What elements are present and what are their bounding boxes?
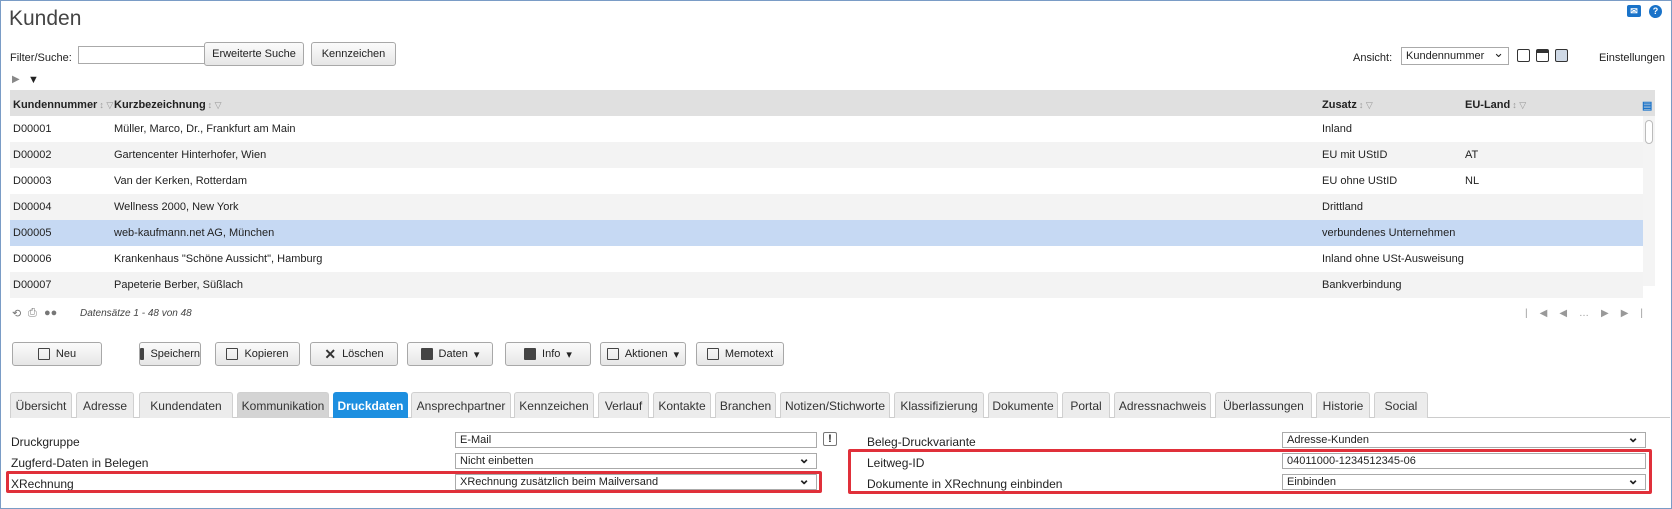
tab-notizen[interactable]: Notizen/Stichworte: [780, 392, 890, 418]
chevron-down-icon: ▾: [473, 348, 480, 361]
clipboard-icon: [706, 348, 719, 360]
action-toolbar: Neu Speichern Kopieren ✕ Löschen Daten ▾ I…: [10, 342, 1660, 368]
filter-row: Filter/Suche: Erweiterte Suche Kennzeich…: [10, 42, 1665, 68]
print-variant-select[interactable]: Adresse-Kunden: [1282, 429, 1646, 448]
sort-filter-icon: ↕ ▽: [99, 100, 114, 110]
view-select[interactable]: Kundennummer: [1401, 45, 1509, 65]
record-count: Datensätze 1 - 48 von 48: [80, 308, 192, 319]
tab-kennzeichen[interactable]: Kennzeichen: [514, 392, 594, 418]
page-title: Kunden: [9, 7, 82, 30]
save-button[interactable]: Speichern: [139, 342, 201, 366]
col-kundennummer[interactable]: Kundennummer ↕ ▽: [13, 99, 113, 111]
new-button[interactable]: Neu: [12, 342, 102, 366]
zugferd-label: Zugferd-Daten in Belegen: [11, 456, 149, 470]
truck-icon: [420, 348, 433, 360]
view-label: Ansicht:: [1353, 52, 1393, 64]
delete-button[interactable]: ✕ Löschen: [310, 342, 398, 366]
highlight-box-leitweg: [848, 449, 1652, 494]
tab-social[interactable]: Social: [1374, 392, 1428, 418]
print-group-label: Druckgruppe: [11, 435, 80, 449]
data-dropdown-button[interactable]: Daten ▾: [407, 342, 493, 366]
grid-scrollbar[interactable]: [1643, 116, 1655, 286]
table-row-selected[interactable]: D00005 web-kaufmann.net AG, München verbun…: [10, 220, 1643, 246]
copy-icon: [226, 348, 239, 360]
mail-icon[interactable]: ✉: [1627, 5, 1641, 17]
sort-filter-icon: ↕ ▽: [207, 100, 222, 110]
options-icon[interactable]: ●●: [44, 307, 57, 319]
column-chooser-icon[interactable]: ▤: [1642, 99, 1652, 112]
save-icon: [140, 348, 145, 360]
table-row[interactable]: D00007 Papeterie Berber, Süßlach Bankverbi…: [10, 272, 1643, 298]
table-row[interactable]: D00004 Wellness 2000, New York Drittland: [10, 194, 1643, 220]
checklist-icon: [606, 348, 619, 360]
help-icon[interactable]: ?: [1649, 5, 1662, 18]
memo-button[interactable]: Memotext: [696, 342, 784, 366]
layout-detail-icon[interactable]: [1555, 49, 1568, 62]
chevron-down-icon: ▾: [673, 348, 680, 361]
tab-ueberlassungen[interactable]: Überlassungen: [1215, 392, 1312, 418]
tab-uebersicht[interactable]: Übersicht: [10, 392, 72, 418]
tab-bar: Übersicht Adresse Kundendaten Kommunikat…: [10, 392, 1670, 418]
col-kurzbezeichnung[interactable]: Kurzbezeichnung ↕ ▽: [114, 99, 222, 111]
tab-ansprechpartner[interactable]: Ansprechpartner: [411, 392, 511, 418]
tab-portal[interactable]: Portal: [1062, 392, 1110, 418]
info-dropdown-button[interactable]: Info ▾: [505, 342, 591, 366]
copy-button[interactable]: Kopieren: [215, 342, 300, 366]
zugferd-select[interactable]: Nicht einbetten: [455, 450, 817, 469]
print-group-field[interactable]: E-Mail: [455, 432, 817, 448]
chevron-down-icon: ▾: [566, 348, 572, 361]
tab-adressnachweis[interactable]: Adressnachweis: [1114, 392, 1211, 418]
tab-kommunikation[interactable]: Kommunikation: [237, 392, 329, 418]
grid-header: Kundennummer ↕ ▽ Kurzbezeichnung ↕ ▽ Zusat…: [10, 90, 1655, 116]
tab-verlauf[interactable]: Verlauf: [598, 392, 649, 418]
scroll-thumb[interactable]: [1645, 120, 1653, 144]
filter-icon[interactable]: ▼: [28, 74, 39, 86]
tab-kontakte[interactable]: Kontakte: [653, 392, 711, 418]
filter-label: Filter/Suche:: [10, 52, 72, 64]
settings-link[interactable]: Einstellungen: [1599, 52, 1665, 64]
tab-dokumente[interactable]: Dokumente: [988, 392, 1058, 418]
play-icon[interactable]: ▶: [12, 74, 20, 85]
tab-branchen[interactable]: Branchen: [715, 392, 776, 418]
print-icon[interactable]: ⎙: [28, 307, 37, 320]
sort-filter-icon: ↕ ▽: [1512, 100, 1527, 110]
table-row[interactable]: D00001 Müller, Marco, Dr., Frankfurt am M…: [10, 116, 1643, 142]
close-icon: ✕: [324, 345, 337, 362]
col-eu-land[interactable]: EU-Land ↕ ▽: [1465, 99, 1526, 111]
sort-filter-icon: ↕ ▽: [1358, 100, 1373, 110]
druckdaten-form: Druckgruppe E-Mail ! Zugferd-Daten in Be…: [0, 425, 1672, 505]
extended-search-button[interactable]: Erweiterte Suche: [204, 42, 304, 66]
new-doc-icon: [37, 348, 50, 360]
table-row[interactable]: D00002 Gartencenter Hinterhofer, Wien EU m…: [10, 142, 1643, 168]
tab-kundendaten[interactable]: Kundendaten: [139, 392, 233, 418]
grid-footer: ⟲ ⎙ ●● Datensätze 1 - 48 von 48 |◀◀…▶▶|: [10, 307, 1655, 322]
table-row[interactable]: D00006 Krankenhaus "Schöne Aussicht", Ham…: [10, 246, 1643, 272]
warning-icon[interactable]: !: [823, 432, 837, 446]
top-icons: ✉ ?: [1627, 5, 1662, 18]
tags-button[interactable]: Kennzeichen: [311, 42, 396, 66]
layout-single-icon[interactable]: [1517, 49, 1530, 62]
filter-input[interactable]: [78, 46, 213, 64]
tab-adresse[interactable]: Adresse: [76, 392, 134, 418]
tab-klassifizierung[interactable]: Klassifizierung: [894, 392, 984, 418]
table-row[interactable]: D00003 Van der Kerken, Rotterdam EU ohne U…: [10, 168, 1643, 194]
printer-icon: [524, 348, 537, 360]
highlight-box-xrechnung: [6, 471, 822, 493]
pager-icons[interactable]: |◀◀…▶▶|: [1525, 308, 1655, 319]
actions-dropdown-button[interactable]: Aktionen ▾: [600, 342, 686, 366]
layout-split-icon[interactable]: [1536, 49, 1549, 62]
view-select-value: Kundennummer: [1406, 50, 1485, 62]
tab-druckdaten[interactable]: Druckdaten: [333, 392, 408, 418]
tab-historie[interactable]: Historie: [1316, 392, 1370, 418]
customer-grid: Kundennummer ↕ ▽ Kurzbezeichnung ↕ ▽ Zusat…: [10, 90, 1655, 300]
print-variant-label: Beleg-Druckvariante: [867, 435, 976, 449]
col-zusatz[interactable]: Zusatz ↕ ▽: [1322, 99, 1373, 111]
refresh-icon[interactable]: ⟲: [12, 307, 21, 320]
